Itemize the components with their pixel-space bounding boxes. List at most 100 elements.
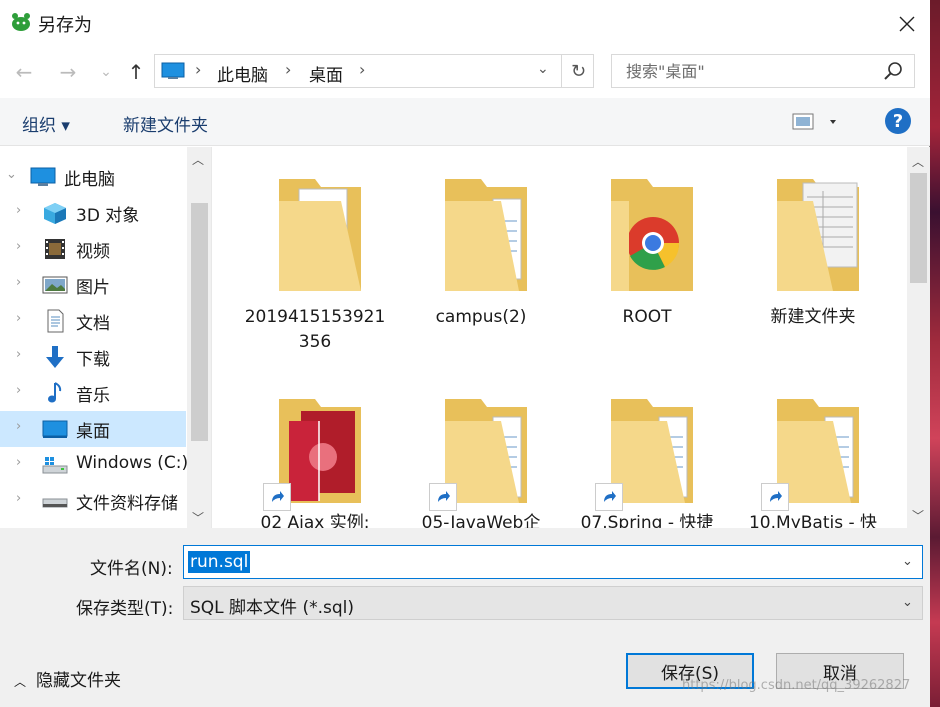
search-icon[interactable]: [882, 61, 904, 83]
chevron-down-icon[interactable]: ⌄: [902, 554, 913, 569]
chevron-right-icon[interactable]: ›: [16, 347, 21, 362]
refresh-button[interactable]: ↻: [561, 54, 595, 88]
close-button[interactable]: [886, 8, 928, 40]
file-name: 2019415153921 356: [244, 307, 386, 352]
sidebar-item-label: 文档: [76, 314, 110, 334]
sidebar-item-label: 此电脑: [64, 170, 115, 190]
shortcut-arrow-icon: [761, 483, 789, 511]
view-icon: [792, 113, 836, 130]
file-item[interactable]: 05-JavaWeb企: [401, 353, 561, 528]
scroll-down-icon[interactable]: ﹀: [192, 509, 204, 526]
chevron-right-icon[interactable]: ›: [16, 239, 21, 254]
filetype-select[interactable]: SQL 脚本文件 (*.sql) ⌄: [183, 586, 923, 620]
up-arrow-icon: ↑: [127, 60, 145, 84]
app-logo-icon: [12, 13, 30, 31]
chevron-right-icon[interactable]: ›: [16, 491, 21, 506]
chevron-right-icon[interactable]: ›: [16, 383, 21, 398]
sidebar-item-label: 3D 对象: [76, 206, 140, 226]
sidebar-item-3d-objects[interactable]: › 3D 对象: [0, 195, 186, 231]
help-button[interactable]: ?: [885, 108, 911, 134]
sidebar-item-desktop[interactable]: › 桌面: [0, 411, 186, 447]
watermark-text: https://blog.csdn.net/qq_39262827: [682, 678, 911, 693]
file-name: 07.Spring - 快捷: [580, 513, 714, 528]
filetype-label: 保存类型(T):: [76, 599, 174, 619]
filename-input[interactable]: [184, 546, 884, 578]
chevron-right-icon[interactable]: ›: [16, 311, 21, 326]
breadcrumb-separator: ›: [285, 60, 292, 79]
new-folder-button[interactable]: 新建文件夹: [123, 111, 208, 136]
file-item[interactable]: 02 Ajax 实例:: [235, 353, 395, 528]
sidebar-item-label: 下载: [76, 350, 110, 370]
file-item[interactable]: ROOT: [567, 147, 727, 347]
refresh-icon: ↻: [570, 60, 587, 82]
chevron-right-icon[interactable]: ›: [16, 203, 21, 218]
shortcut-arrow-icon: [429, 483, 457, 511]
filetype-value: SQL 脚本文件 (*.sql): [190, 598, 354, 618]
filename-label: 文件名(N):: [90, 559, 173, 579]
scroll-up-icon[interactable]: ︿: [912, 153, 924, 170]
breadcrumb-desktop[interactable]: 桌面: [309, 61, 343, 86]
sidebar-item-storage-drive[interactable]: › 文件资料存储: [0, 483, 186, 519]
3d-objects-icon: [44, 203, 66, 224]
file-name: 02 Ajax 实例:: [260, 513, 370, 528]
breadcrumb-this-pc[interactable]: 此电脑: [217, 61, 268, 86]
video-icon: [45, 239, 65, 259]
chevron-right-icon[interactable]: ›: [16, 455, 21, 470]
sidebar-item-downloads[interactable]: › 下载: [0, 339, 186, 375]
file-name: 05-JavaWeb企: [421, 513, 541, 528]
documents-icon: [47, 309, 64, 333]
view-options-button[interactable]: [792, 110, 842, 134]
chevron-down-icon[interactable]: ⌄: [6, 167, 17, 182]
back-arrow-icon: ←: [15, 60, 33, 84]
folder-docs-icon: [777, 179, 859, 291]
back-button[interactable]: ←: [10, 58, 38, 86]
breadcrumb-separator: ›: [195, 60, 202, 79]
file-item[interactable]: 10.MyBatis - 快: [733, 353, 893, 528]
title-bar: 另存为: [0, 0, 930, 46]
file-item[interactable]: 新建文件夹: [733, 147, 893, 347]
scroll-up-icon[interactable]: ︿: [192, 151, 204, 168]
file-item[interactable]: campus(2): [401, 147, 561, 347]
file-item[interactable]: 2019415153921 356: [235, 147, 395, 352]
folder-chrome-icon: [611, 179, 693, 291]
sidebar-item-documents[interactable]: › 文档: [0, 303, 186, 339]
address-bar[interactable]: › 此电脑 › 桌面 › ⌄ ↻: [154, 54, 594, 88]
chevron-down-icon: ⌄: [902, 595, 913, 610]
chevron-down-icon[interactable]: ⌄: [537, 61, 549, 77]
up-button[interactable]: ↑: [122, 58, 150, 86]
windows-drive-icon: [42, 457, 68, 474]
save-as-dialog: 另存为 ← → ⌄ ↑ › 此电脑 › 桌面 › ⌄ ↻ 搜索"桌面" 组织 ▾…: [0, 0, 930, 707]
save-form: 文件名(N): run.sql ⌄ 保存类型(T): SQL 脚本文件 (*.s…: [0, 528, 930, 707]
file-list-scrollbar[interactable]: ︿ ﹀: [907, 147, 930, 528]
scroll-down-icon[interactable]: ﹀: [912, 507, 924, 524]
recent-locations-button[interactable]: ⌄: [92, 58, 120, 86]
forward-arrow-icon: →: [59, 60, 77, 84]
sidebar-item-this-pc[interactable]: ⌄ 此电脑: [0, 159, 186, 195]
shortcut-arrow-icon: [595, 483, 623, 511]
command-toolbar: 组织 ▾ 新建文件夹 ?: [0, 98, 930, 146]
forward-button[interactable]: →: [54, 58, 82, 86]
sidebar-item-pictures[interactable]: › 图片: [0, 267, 186, 303]
pc-icon: [161, 62, 185, 79]
sidebar-item-label: Windows (C:): [76, 453, 189, 473]
chevron-right-icon[interactable]: ›: [16, 275, 21, 290]
organize-button[interactable]: 组织 ▾: [22, 111, 70, 136]
sidebar-item-videos[interactable]: › 视频: [0, 231, 186, 267]
chevron-up-icon: ︿: [14, 675, 27, 689]
file-item[interactable]: 07.Spring - 快捷: [567, 353, 727, 528]
shortcut-arrow-icon: [263, 483, 291, 511]
search-input[interactable]: [612, 55, 882, 87]
hide-folders-toggle[interactable]: ︿ 隐藏文件夹: [14, 666, 121, 691]
sidebar-item-music[interactable]: › 音乐: [0, 375, 186, 411]
folder-icon: [445, 179, 527, 291]
chevron-right-icon[interactable]: ›: [16, 419, 21, 434]
sidebar-item-windows-drive[interactable]: › Windows (C:): [0, 447, 189, 483]
desktop-background-strip: [929, 0, 940, 707]
filename-combobox[interactable]: run.sql ⌄: [183, 545, 923, 579]
sidebar-item-label: 图片: [76, 278, 110, 298]
pictures-icon: [42, 276, 68, 294]
scrollbar-thumb[interactable]: [191, 203, 208, 441]
breadcrumb-separator: ›: [359, 60, 366, 79]
navigation-pane-scrollbar[interactable]: ︿ ﹀: [187, 147, 211, 528]
scrollbar-thumb[interactable]: [910, 173, 927, 283]
